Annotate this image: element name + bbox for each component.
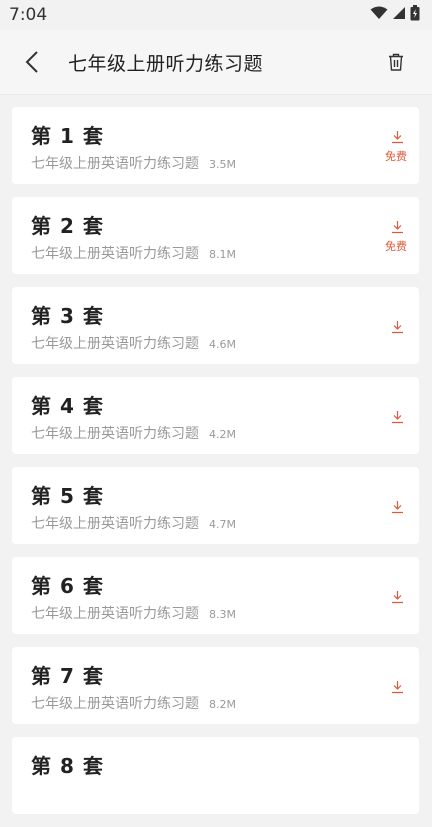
item-title: 第 3 套 [31,304,104,328]
list-item[interactable]: 第 5 套 七年级上册英语听力练习题 4.7M [12,467,419,544]
item-description: 七年级上册英语听力练习题 [31,336,199,352]
download-button[interactable] [389,679,405,695]
status-bar: 7:04 [0,0,432,30]
download-icon [391,681,403,694]
list-item[interactable]: 第 3 套 七年级上册英语听力练习题 4.6M [12,287,419,364]
status-time: 7:04 [9,5,48,25]
list-item[interactable]: 第 8 套 [12,737,419,814]
back-arrow-icon [25,51,38,73]
item-size: 8.1M [209,248,236,261]
item-description: 七年级上册英语听力练习题 [31,696,199,712]
free-badge: 免费 [385,240,407,253]
item-subtitle: 七年级上册英语听力练习题 4.7M [31,513,236,533]
item-size: 4.2M [209,428,236,441]
item-title: 第 4 套 [31,394,104,418]
page-title: 七年级上册听力练习题 [68,53,264,75]
item-size: 4.6M [209,338,236,351]
list-item[interactable]: 第 4 套 七年级上册英语听力练习题 4.2M [12,377,419,454]
item-title: 第 2 套 [31,214,104,238]
item-size: 4.7M [209,518,236,531]
exercise-list: 第 1 套 七年级上册英语听力练习题 3.5M 免费 第 2 套 七年级上册英语听… [12,107,419,827]
item-subtitle: 七年级上册英语听力练习题 8.3M [31,603,236,623]
free-badge: 免费 [385,150,407,163]
item-title: 第 7 套 [31,664,104,688]
item-size: 8.3M [209,608,236,621]
list-item[interactable]: 第 7 套 七年级上册英语听力练习题 8.2M [12,647,419,724]
status-icons [370,5,420,21]
item-subtitle: 七年级上册英语听力练习题 8.1M [31,243,236,263]
item-description: 七年级上册英语听力练习题 [31,426,199,442]
item-title: 第 5 套 [31,484,104,508]
download-button[interactable] [389,589,405,605]
delete-button[interactable] [384,50,408,74]
list-item[interactable]: 第 6 套 七年级上册英语听力练习题 8.3M [12,557,419,634]
download-icon [391,321,403,334]
download-button[interactable] [389,409,405,425]
back-button[interactable] [18,48,46,76]
signal-icon [393,7,405,19]
item-description: 七年级上册英语听力练习题 [31,246,199,262]
download-icon [391,501,403,514]
item-subtitle: 七年级上册英语听力练习题 4.6M [31,333,236,353]
download-button[interactable] [389,499,405,515]
item-subtitle: 七年级上册英语听力练习题 3.5M [31,153,236,173]
item-subtitle: 七年级上册英语听力练习题 4.2M [31,423,236,443]
item-title: 第 6 套 [31,574,104,598]
item-size: 3.5M [209,158,236,171]
wifi-icon [370,6,388,19]
download-icon [391,591,403,604]
battery-icon [410,5,420,21]
list-item[interactable]: 第 2 套 七年级上册英语听力练习题 8.1M 免费 [12,197,419,274]
download-button[interactable] [389,219,405,235]
download-button[interactable] [389,319,405,335]
item-description: 七年级上册英语听力练习题 [31,516,199,532]
download-button[interactable] [389,129,405,145]
item-description: 七年级上册英语听力练习题 [31,606,199,622]
list-item[interactable]: 第 1 套 七年级上册英语听力练习题 3.5M 免费 [12,107,419,184]
download-icon [391,221,403,234]
item-title: 第 1 套 [31,124,104,148]
item-title: 第 8 套 [31,754,104,778]
download-icon [391,131,403,144]
app-bar: 七年级上册听力练习题 [0,30,432,95]
item-size: 8.2M [209,698,236,711]
item-subtitle: 七年级上册英语听力练习题 8.2M [31,693,236,713]
download-icon [391,411,403,424]
trash-icon [389,53,403,71]
item-description: 七年级上册英语听力练习题 [31,156,199,172]
